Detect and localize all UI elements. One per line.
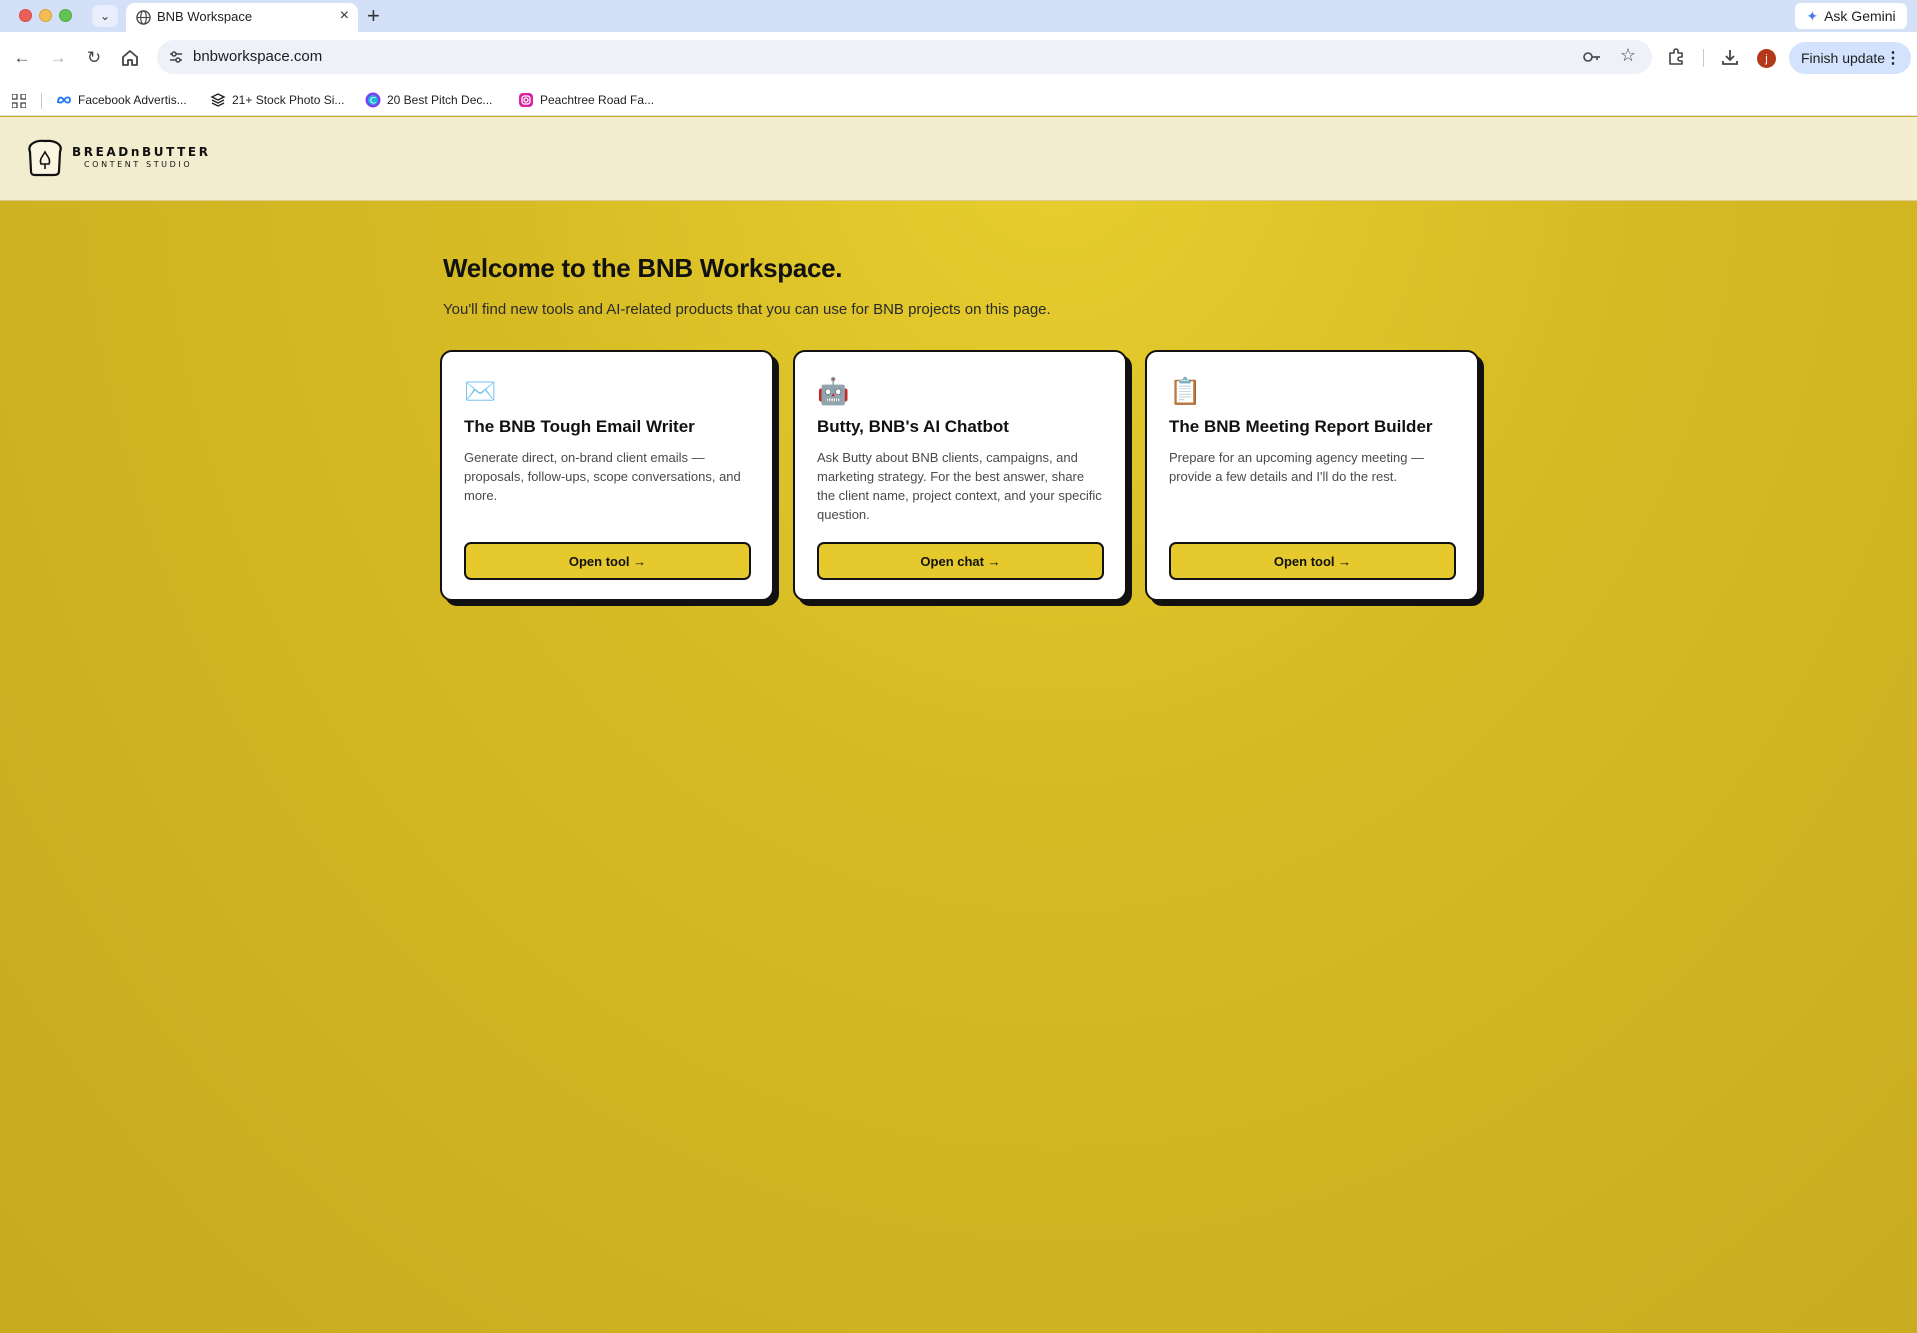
address-bar[interactable]: bnbworkspace.com ☆ <box>157 40 1652 74</box>
window-minimize-button[interactable] <box>39 9 52 22</box>
bookmark-peachtree-road[interactable]: Peachtree Road Fa... <box>518 92 654 108</box>
bookmarks-divider <box>41 93 42 109</box>
logo-wordmark[interactable]: BREADnBUTTER CONTENT STUDIO <box>72 145 211 169</box>
close-tab-icon[interactable]: × <box>340 7 349 25</box>
logo-line-2: CONTENT STUDIO <box>84 160 193 169</box>
tool-card-meeting-report: 📋 The BNB Meeting Report Builder Prepare… <box>1145 350 1479 601</box>
bookmark-label: 21+ Stock Photo Si... <box>232 93 345 107</box>
active-tab[interactable]: BNB Workspace × <box>126 3 358 32</box>
window-close-button[interactable] <box>19 9 32 22</box>
more-menu-icon: ⋮ <box>1885 50 1901 67</box>
back-arrow-icon[interactable]: ← <box>10 46 34 70</box>
card-description: Prepare for an upcoming agency meeting —… <box>1169 450 1425 484</box>
password-key-icon[interactable] <box>1582 48 1602 66</box>
bookmark-label: Facebook Advertis... <box>78 93 187 107</box>
instagram-icon <box>519 93 533 107</box>
ask-gemini-button[interactable]: ✦ Ask Gemini <box>1795 3 1907 29</box>
canva-icon: C <box>365 92 381 108</box>
bookmark-facebook-ads[interactable]: Facebook Advertis... <box>56 92 187 108</box>
bookmark-label: Peachtree Road Fa... <box>540 93 655 107</box>
meta-icon <box>57 96 71 104</box>
stack-icon <box>210 93 226 107</box>
gemini-sparkle-icon: ✦ <box>1806 7 1819 24</box>
bookmark-label: 20 Best Pitch Dec... <box>387 93 493 107</box>
ask-gemini-label: Ask Gemini <box>1824 8 1896 24</box>
open-email-writer-button[interactable]: Open tool → <box>464 542 751 580</box>
card-title: The BNB Tough Email Writer <box>464 417 695 436</box>
page-title: Welcome to the BNB Workspace. <box>443 253 843 283</box>
tool-card-email-writer: ✉️ The BNB Tough Email Writer Generate d… <box>440 350 774 601</box>
tab-strip: ⌄ BNB Workspace × + ✦ Ask Gemini <box>0 0 1917 32</box>
extensions-puzzle-icon[interactable] <box>1666 47 1686 67</box>
site-settings-icon[interactable] <box>168 49 184 65</box>
home-icon[interactable] <box>118 46 142 70</box>
page-intro: You'll find new tools and AI-related pro… <box>443 301 1051 318</box>
finish-update-button[interactable]: Finish update ⋮ <box>1789 42 1911 74</box>
robot-icon: 🤖 <box>817 376 850 406</box>
tool-card-chatbot: 🤖 Butty, BNB's AI Chatbot Ask Butty abou… <box>793 350 1127 601</box>
card-description: Ask Butty about BNB clients, campaigns, … <box>817 450 1102 522</box>
download-icon[interactable] <box>1720 47 1740 67</box>
bookmarks-bar: Facebook Advertis... 21+ Stock Photo Si.… <box>0 86 1917 116</box>
browser-toolbar: ← → ↻ bnbworkspace.com ☆ j Finish update… <box>0 32 1917 86</box>
open-chat-button[interactable]: Open chat → <box>817 542 1104 580</box>
bookmark-stock-photo[interactable]: 21+ Stock Photo Si... <box>210 92 344 108</box>
card-description: Generate direct, on-brand client emails … <box>464 450 741 503</box>
chevron-down-icon: ⌄ <box>99 9 111 23</box>
card-title: Butty, BNB's AI Chatbot <box>817 417 1009 436</box>
profile-avatar[interactable]: j <box>1757 49 1776 68</box>
tab-search-button[interactable]: ⌄ <box>92 5 118 27</box>
bookmark-star-icon[interactable]: ☆ <box>1620 45 1636 66</box>
envelope-icon: ✉️ <box>464 376 497 406</box>
tab-title: BNB Workspace <box>157 9 253 24</box>
finish-update-label: Finish update <box>1801 50 1886 66</box>
clipboard-icon: 📋 <box>1169 376 1202 406</box>
window-maximize-button[interactable] <box>59 9 72 22</box>
svg-text:C: C <box>370 97 376 107</box>
forward-arrow-icon[interactable]: → <box>46 46 70 70</box>
globe-icon <box>136 10 151 25</box>
toast-logo-icon[interactable] <box>24 136 66 178</box>
card-title: The BNB Meeting Report Builder <box>1169 417 1433 436</box>
toolbar-divider <box>1703 49 1704 67</box>
bookmark-pitch-deck[interactable]: C 20 Best Pitch Dec... <box>365 92 492 108</box>
open-report-builder-button[interactable]: Open tool → <box>1169 542 1456 580</box>
apps-grid-icon[interactable] <box>12 94 26 108</box>
page-body: BREADnBUTTER CONTENT STUDIO Welcome to t… <box>0 117 1917 1333</box>
site-header: BREADnBUTTER CONTENT STUDIO <box>0 117 1917 201</box>
new-tab-button[interactable]: + <box>367 3 380 29</box>
reload-icon[interactable]: ↻ <box>82 46 106 70</box>
url-text[interactable]: bnbworkspace.com <box>193 48 322 65</box>
logo-line-1: BREADnBUTTER <box>72 145 211 159</box>
